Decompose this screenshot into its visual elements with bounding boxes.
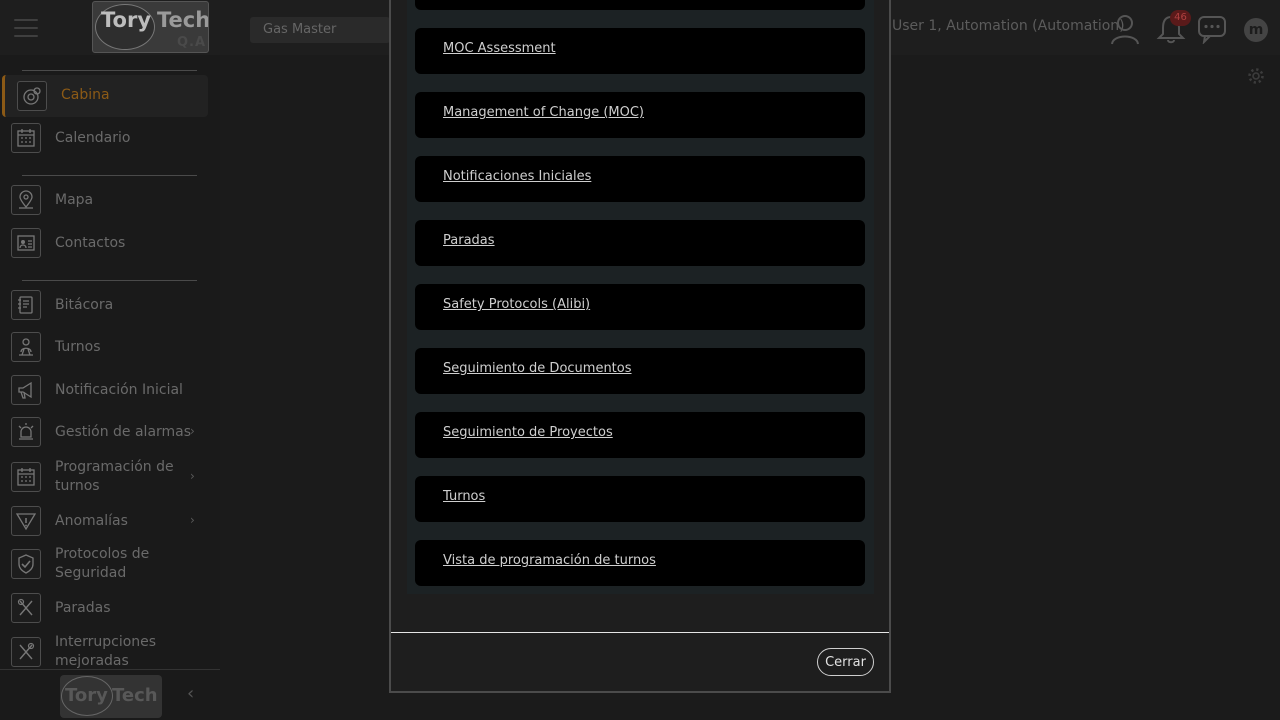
user-icon[interactable] [1110, 13, 1140, 45]
list-link[interactable]: Notificaciones Iniciales [443, 169, 591, 184]
calendar-icon [11, 123, 41, 153]
gear-icon[interactable] [1246, 66, 1266, 86]
modal-footer-divider [391, 632, 889, 633]
sidebar-item-label: Interrupciones mejoradas [55, 634, 157, 669]
sidebar-item-notificacion-inicial[interactable]: Notificación Inicial [0, 375, 210, 405]
sidebar-item-label: Gestión de alarmas [55, 424, 192, 440]
logo-sub: Q.A [177, 35, 207, 50]
footer-logo-tech: Tech [112, 685, 158, 706]
map-pin-icon [11, 185, 41, 215]
sidebar-item-label: Mapa [55, 192, 94, 208]
sidebar-item-turnos[interactable]: Turnos [0, 332, 210, 362]
sidebar-item-label: Notificación Inicial [55, 382, 183, 398]
list-link[interactable]: Seguimiento de Proyectos [443, 425, 613, 440]
sidebar-item-label: Contactos [55, 235, 126, 251]
modal-list: MOC Assessment Management of Change (MOC… [407, 0, 874, 594]
logbook-icon [11, 290, 41, 320]
chevron-right-icon: › [190, 469, 195, 483]
logo[interactable]: Tory Tech Q.A [92, 1, 209, 53]
list-link[interactable]: Management of Change (MOC) [443, 105, 644, 120]
notification-badge: 46 [1170, 10, 1191, 26]
close-button[interactable]: Cerrar [817, 648, 874, 676]
menu-icon[interactable] [14, 19, 38, 39]
list-item[interactable]: Seguimiento de Proyectos [415, 412, 865, 458]
list-link[interactable]: Safety Protocols (Alibi) [443, 297, 590, 312]
user-name[interactable]: User 1, Automation (Automation) [892, 18, 1125, 34]
sidebar-item-gestion-alarmas[interactable]: Gestión de alarmas › [0, 417, 210, 447]
sidebar-item-protocolos-seguridad[interactable]: Protocolos de Seguridad [0, 544, 210, 584]
shift-icon [11, 332, 41, 362]
sidebar-item-contactos[interactable]: Contactos [0, 228, 210, 258]
list-item[interactable]: Safety Protocols (Alibi) [415, 284, 865, 330]
chat-icon[interactable] [1197, 14, 1227, 44]
sidebar-item-label: Bitácora [55, 297, 114, 313]
list-item[interactable]: Notificaciones Iniciales [415, 156, 865, 202]
sidebar-divider [22, 280, 197, 281]
tools-icon [11, 637, 41, 667]
collapse-sidebar-icon[interactable]: ‹ [187, 683, 194, 704]
shield-check-icon [11, 549, 41, 579]
sidebar-divider [22, 175, 197, 176]
m-icon[interactable]: m [1244, 18, 1268, 42]
sidebar-item-cabina[interactable]: Cabina [2, 75, 208, 117]
sidebar-item-label: Protocolos de Seguridad [55, 546, 150, 581]
modal-dialog: MOC Assessment Management of Change (MOC… [389, 0, 891, 693]
warning-icon [11, 506, 41, 536]
list-link[interactable]: Vista de programación de turnos [443, 553, 656, 568]
footer-logo-tory: Tory [65, 685, 108, 706]
list-link[interactable]: Seguimiento de Documentos [443, 361, 632, 376]
list-link[interactable]: Turnos [443, 489, 485, 504]
footer-logo: Tory Tech [60, 675, 162, 718]
sidebar-item-bitacora[interactable]: Bitácora [0, 290, 210, 320]
list-link[interactable]: Paradas [443, 233, 495, 248]
logo-text-tory: Tory [101, 8, 152, 32]
sidebar-item-label: Anomalías [55, 513, 128, 529]
siren-icon [11, 417, 41, 447]
sidebar-item-mapa[interactable]: Mapa [0, 185, 210, 215]
project-select[interactable]: Gas Master [250, 17, 390, 43]
sidebar-item-label: Programación de turnos [55, 459, 174, 494]
sidebar-item-programacion-turnos[interactable]: Programación de turnos › [0, 457, 210, 497]
list-item[interactable]: Vista de programación de turnos [415, 540, 865, 586]
list-item[interactable]: Paradas [415, 220, 865, 266]
wrench-icon [11, 593, 41, 623]
cabin-icon [17, 81, 47, 111]
sidebar-item-label: Paradas [55, 600, 111, 616]
sidebar-item-label: Turnos [55, 339, 101, 355]
sidebar-item-anomalias[interactable]: Anomalías › [0, 506, 210, 536]
sidebar: Cabina Calendario Mapa Contactos Bitácor… [0, 55, 220, 720]
list-item[interactable]: Seguimiento de Documentos [415, 348, 865, 394]
sidebar-item-label: Cabina [61, 87, 110, 103]
calendar-grid-icon [11, 462, 41, 492]
logo-text-tech: Tech [157, 8, 209, 32]
sidebar-item-label: Calendario [55, 130, 131, 146]
sidebar-item-calendario[interactable]: Calendario [0, 123, 210, 153]
sidebar-footer: Tory Tech ‹ [0, 669, 220, 720]
sidebar-item-interrupciones[interactable]: Interrupciones mejoradas [0, 632, 210, 672]
megaphone-icon [11, 375, 41, 405]
chevron-right-icon: › [190, 513, 195, 527]
chevron-right-icon: › [190, 424, 195, 438]
sidebar-item-paradas[interactable]: Paradas [0, 593, 210, 623]
list-item-partial[interactable] [415, 0, 865, 10]
contact-card-icon [11, 228, 41, 258]
list-item[interactable]: Turnos [415, 476, 865, 522]
list-item[interactable]: MOC Assessment [415, 28, 865, 74]
sidebar-divider [22, 70, 197, 71]
list-item[interactable]: Management of Change (MOC) [415, 92, 865, 138]
list-link[interactable]: MOC Assessment [443, 41, 556, 56]
